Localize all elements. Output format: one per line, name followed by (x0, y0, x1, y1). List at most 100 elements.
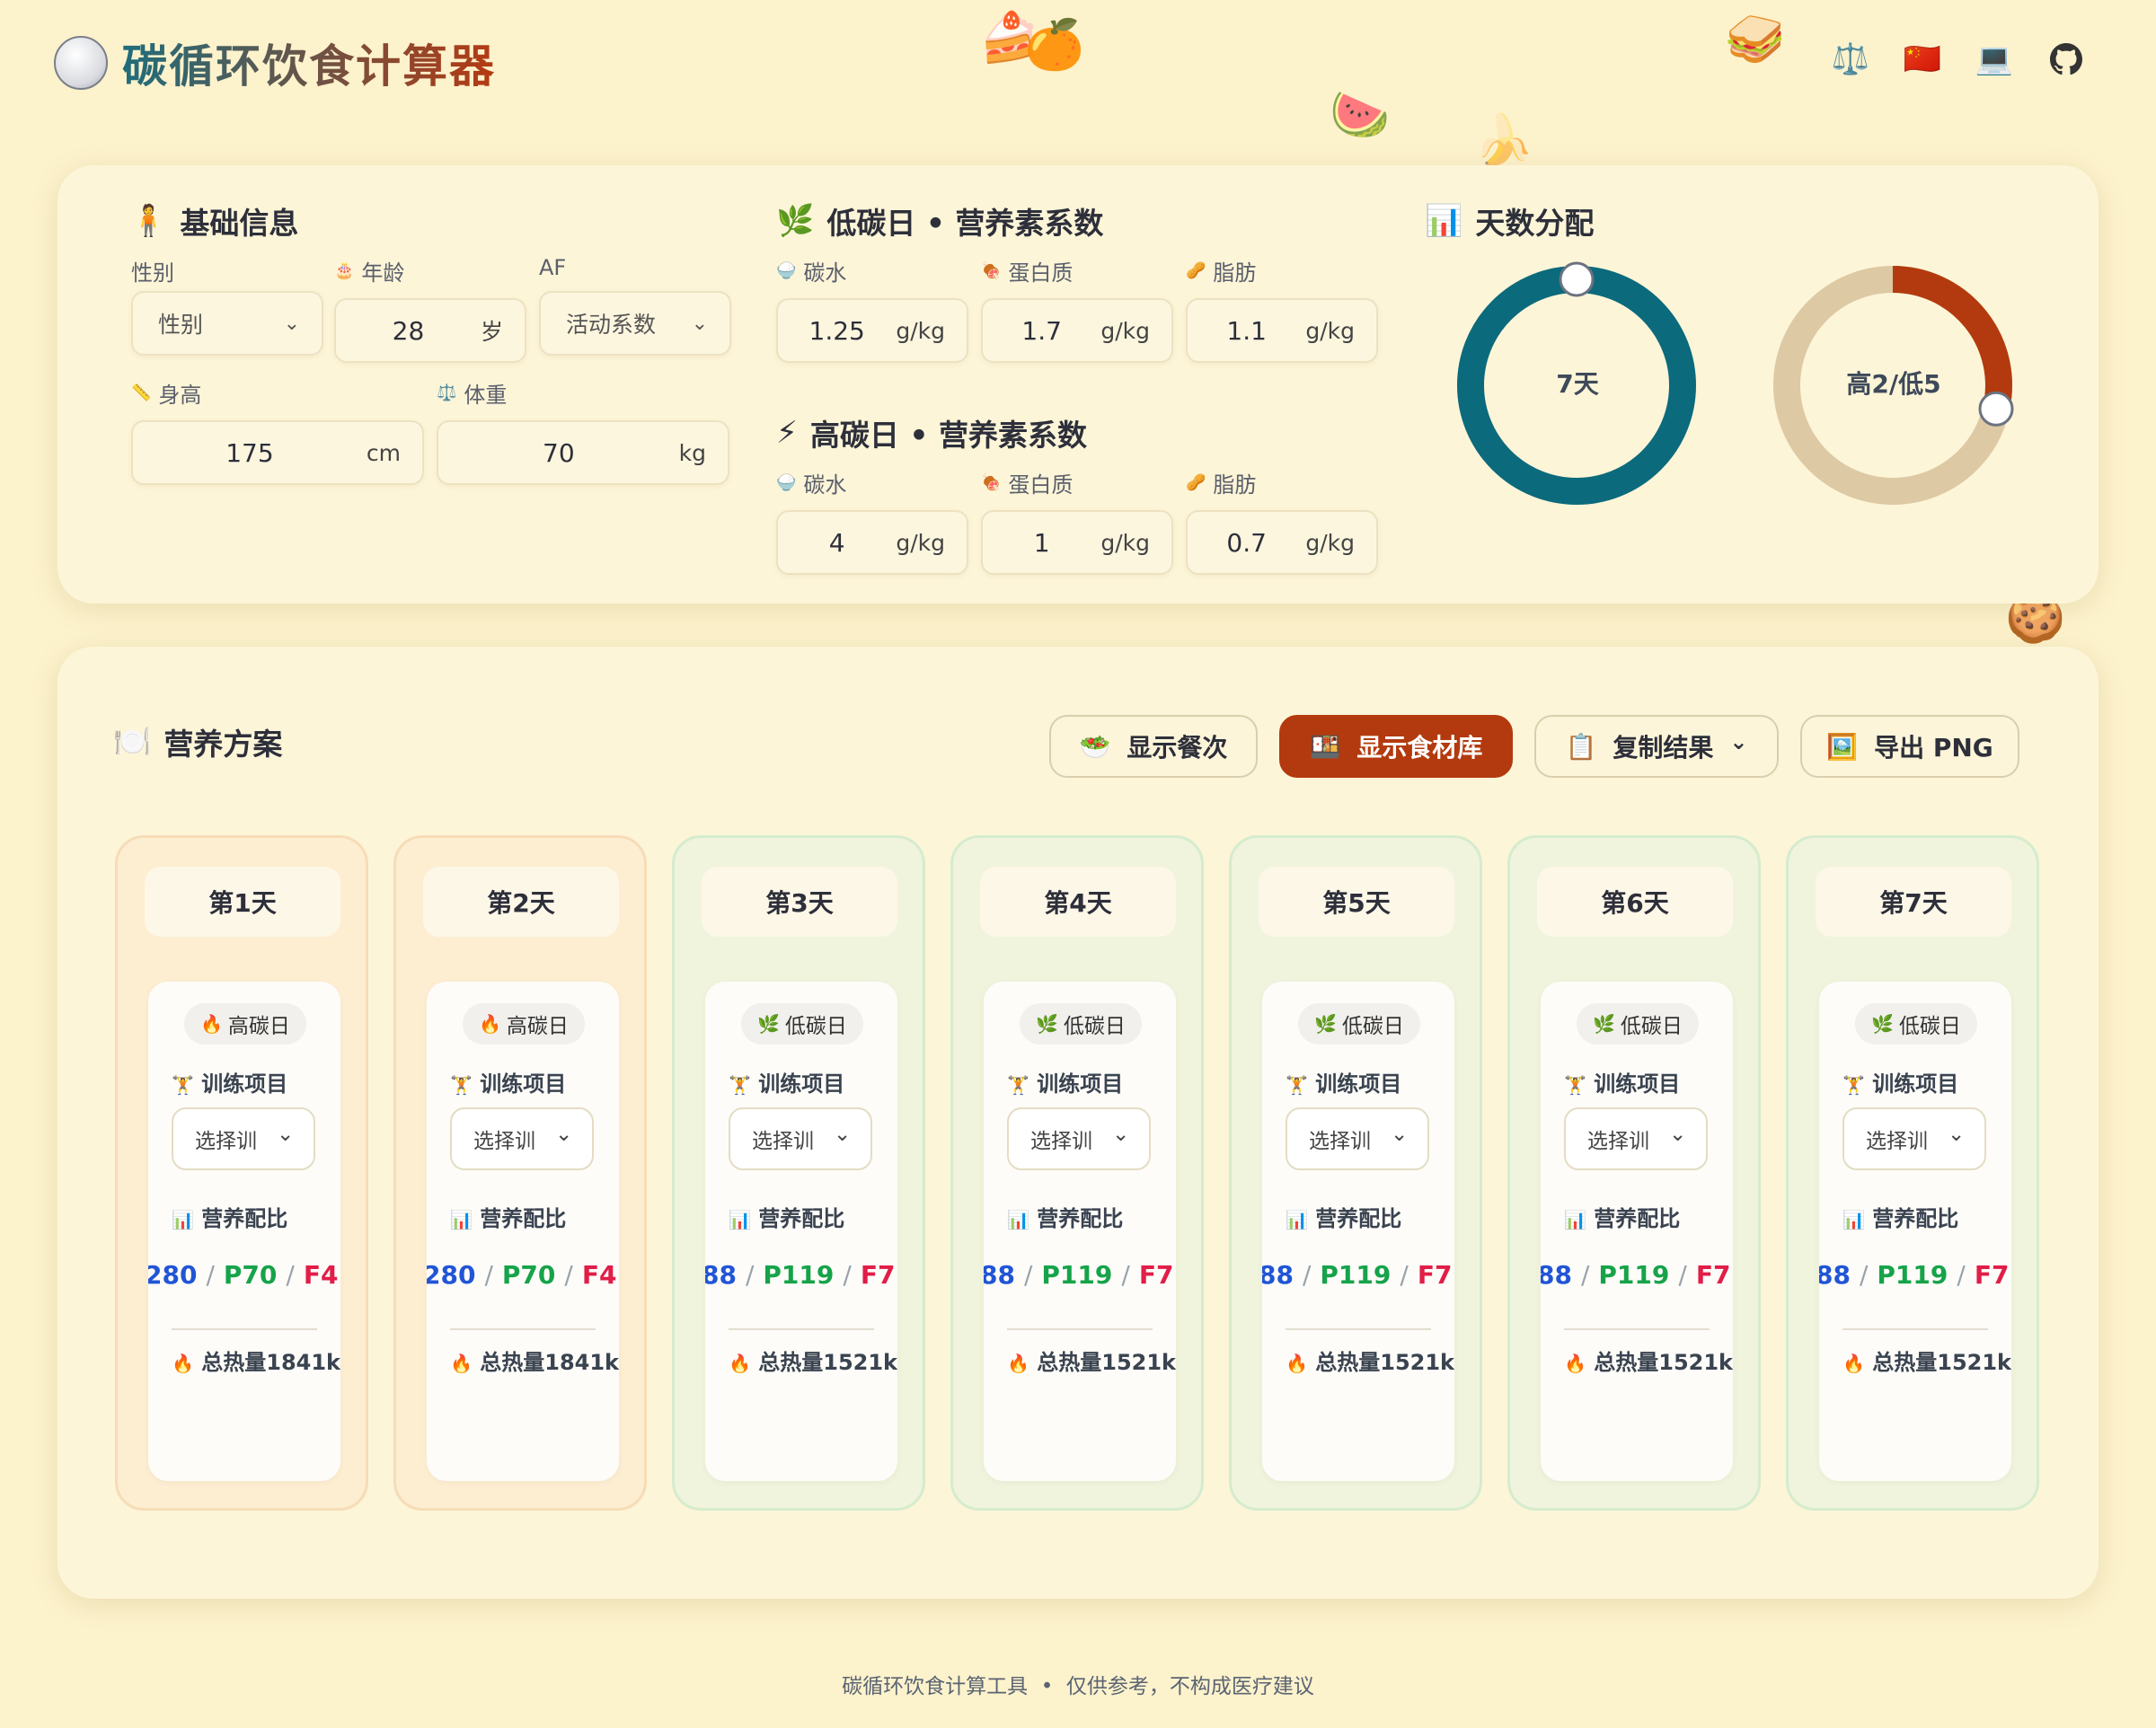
day-card[interactable]: 第3天 🌿 低碳日 🏋 训练项目 选择训 ⌄ 📊 营养配比 88 / P119 / F7 🔥 总热量15… (672, 835, 925, 1511)
fire-icon: 🔥 (729, 1353, 751, 1374)
ratio-label-text: 营养配比 (1872, 1206, 1959, 1231)
gender-select[interactable]: 性别 ⌄ (131, 291, 323, 356)
day-card[interactable]: 第2天 🔥 高碳日 🏋 训练项目 选择训 ⌄ 📊 营养配比 280/P70/F4 🔥 总热量18… (393, 835, 647, 1511)
separator: / (206, 1260, 215, 1290)
training-select[interactable]: 选择训 ⌄ (172, 1107, 315, 1170)
fire-icon: 🔥 (200, 1013, 223, 1035)
low-carb-fat-label: 🥜 脂肪 (1186, 255, 1256, 287)
carb-value: 88 (1819, 1260, 1851, 1290)
show-food-library-button[interactable]: 🍱 显示食材库 (1279, 715, 1513, 778)
peanut-icon: 🥜 (1186, 261, 1206, 280)
high-carb-protein-input[interactable]: 1 g/kg (981, 510, 1173, 575)
training-label-text: 训练项目 (480, 1071, 567, 1097)
ratio-label-text: 营养配比 (758, 1206, 845, 1231)
training-select[interactable]: 选择训 ⌄ (1007, 1107, 1151, 1170)
training-select[interactable]: 选择训 ⌄ (1564, 1107, 1708, 1170)
gender-label: 性别 (131, 260, 174, 286)
day-card[interactable]: 第4天 🌿 低碳日 🏋 训练项目 选择训 ⌄ 📊 营养配比 88 / P119 / F7 🔥 总热量15… (950, 835, 1204, 1511)
clipboard-icon: 📋 (1565, 731, 1597, 762)
day-type-text: 高碳日 (506, 1015, 569, 1038)
macro-ratio: 88 / P119 / F7 (705, 1260, 897, 1290)
github-icon[interactable] (2048, 41, 2084, 77)
bar-chart-icon: 📊 (172, 1209, 194, 1230)
high-carb-fat-unit: g/kg (1305, 529, 1355, 556)
training-label-text: 训练项目 (1594, 1071, 1681, 1097)
show-meals-button[interactable]: 🥗 显示餐次 (1049, 715, 1258, 778)
weight-input[interactable]: 70 kg (437, 420, 729, 485)
day-title: 第2天 (423, 867, 619, 937)
ratio-label: 📊 营养配比 (1564, 1201, 1680, 1232)
total-kcal-text: 总热量1521kC (1594, 1350, 1733, 1375)
low-carb-title: 🌿 低碳日 • 营养素系数 (776, 199, 1103, 242)
training-select-value: 选择训 (1309, 1130, 1371, 1153)
fat-value: F7 (1974, 1260, 2010, 1290)
leaf-icon: 🌿 (1036, 1013, 1058, 1035)
high-carb-protein-label: 🍖 蛋白质 (981, 467, 1073, 498)
protein-value: P119 (1877, 1260, 1948, 1290)
day-card[interactable]: 第1天 🔥 高碳日 🏋 训练项目 选择训 ⌄ 📊 营养配比 280/P70/F4 🔥 总热量18… (115, 835, 368, 1511)
af-select[interactable]: 活动系数 ⌄ (539, 291, 731, 356)
export-png-button[interactable]: 🖼️ 导出 PNG (1800, 715, 2019, 778)
total-kcal: 🔥 总热量1521kC (1007, 1344, 1176, 1376)
leaf-icon: 🌿 (1871, 1013, 1894, 1035)
height-input[interactable]: 175 cm (131, 420, 424, 485)
low-carb-fat-input[interactable]: 1.1 g/kg (1186, 298, 1378, 363)
china-flag-icon[interactable]: 🇨🇳 (1904, 41, 1941, 77)
bar-chart-icon: 📊 (1842, 1209, 1865, 1230)
ratio-label-text: 营养配比 (480, 1206, 567, 1231)
rice-bowl-logo-icon (54, 36, 108, 90)
high-carb-fat-label-text: 脂肪 (1213, 472, 1257, 498)
day-card[interactable]: 第6天 🌿 低碳日 🏋 训练项目 选择训 ⌄ 📊 营养配比 88 / P119 / F7 🔥 总热量15… (1507, 835, 1761, 1511)
high-carb-fat-input[interactable]: 0.7 g/kg (1186, 510, 1378, 575)
copy-result-button[interactable]: 📋 复制结果 ⌄ (1534, 715, 1779, 778)
header-actions: ⚖️ 🇨🇳 💻 (1832, 41, 2084, 77)
height-label: 📏 身高 (131, 377, 201, 409)
age-input[interactable]: 28 岁 (334, 298, 526, 363)
ratio-label: 📊 营养配比 (450, 1201, 566, 1232)
low-carb-carb-label-text: 碳水 (803, 260, 847, 286)
day-body: 🌿 低碳日 🏋 训练项目 选择训 ⌄ 📊 营养配比 88 / P119 / F7 🔥 总热量1521k… (984, 982, 1176, 1481)
training-select[interactable]: 选择训 ⌄ (1286, 1107, 1429, 1170)
day-type-badge: 🌿 低碳日 (1577, 1003, 1699, 1045)
days-alloc-title-text: 天数分配 (1475, 206, 1595, 241)
training-label-text: 训练项目 (1872, 1071, 1959, 1097)
total-kcal: 🔥 总热量1521kC (729, 1344, 897, 1376)
total-kcal: 🔥 总热量1521kC (1564, 1344, 1733, 1376)
day-card[interactable]: 第5天 🌿 低碳日 🏋 训练项目 选择训 ⌄ 📊 营养配比 88 / P119 / F7 🔥 总热量15… (1229, 835, 1482, 1511)
basic-info-title-text: 基础信息 (180, 206, 299, 241)
weightlifter-icon: 🏋 (172, 1074, 194, 1096)
total-kcal: 🔥 总热量1521kC (1286, 1344, 1454, 1376)
total-kcal: 🔥 总热量1841kC (450, 1344, 619, 1376)
training-select[interactable]: 选择训 ⌄ (450, 1107, 594, 1170)
carb-value: 88 (1262, 1260, 1294, 1290)
training-select[interactable]: 选择训 ⌄ (1842, 1107, 1986, 1170)
fire-icon: 🔥 (1286, 1353, 1308, 1374)
day-card[interactable]: 第7天 🌿 低碳日 🏋 训练项目 选择训 ⌄ 📊 营养配比 88 / P119 / F7 🔥 总热量15… (1786, 835, 2039, 1511)
day-type-badge: 🌿 低碳日 (1855, 1003, 1977, 1045)
low-carb-carb-input[interactable]: 1.25 g/kg (776, 298, 968, 363)
height-unit: cm (366, 439, 401, 466)
training-label: 🏋 训练项目 (1564, 1066, 1680, 1098)
balance-scale-icon[interactable]: ⚖️ (1832, 41, 1869, 77)
separator: / (1957, 1260, 1966, 1290)
low-carb-protein-input[interactable]: 1.7 g/kg (981, 298, 1173, 363)
ratio-label-text: 营养配比 (201, 1206, 288, 1231)
cake-icon: 🎂 (334, 261, 355, 280)
laptop-icon[interactable]: 💻 (1975, 41, 2013, 77)
high-carb-carb-input[interactable]: 4 g/kg (776, 510, 968, 575)
ratio-label-text: 营养配比 (1315, 1206, 1402, 1231)
total-days-handle[interactable] (1559, 261, 1595, 297)
separator: / (1678, 1260, 1687, 1290)
weight-input-value: 70 (543, 437, 575, 468)
chevron-down-icon: ⌄ (1729, 729, 1748, 754)
split-days-handle[interactable] (1978, 391, 2014, 427)
day-body: 🔥 高碳日 🏋 训练项目 选择训 ⌄ 📊 营养配比 280/P70/F4 🔥 总热量1841k… (148, 982, 340, 1481)
training-label: 🏋 训练项目 (1007, 1066, 1123, 1098)
peanut-icon: 🥜 (1186, 473, 1206, 492)
basic-info-title: 🧍 基础信息 (129, 199, 298, 242)
training-select[interactable]: 选择训 ⌄ (729, 1107, 872, 1170)
day-type-badge: 🌿 低碳日 (1020, 1003, 1142, 1045)
rice-icon: 🍚 (776, 473, 797, 492)
macro-ratio: 88 / P119 / F7 (1541, 1260, 1733, 1290)
fat-value: F4 (303, 1260, 339, 1290)
